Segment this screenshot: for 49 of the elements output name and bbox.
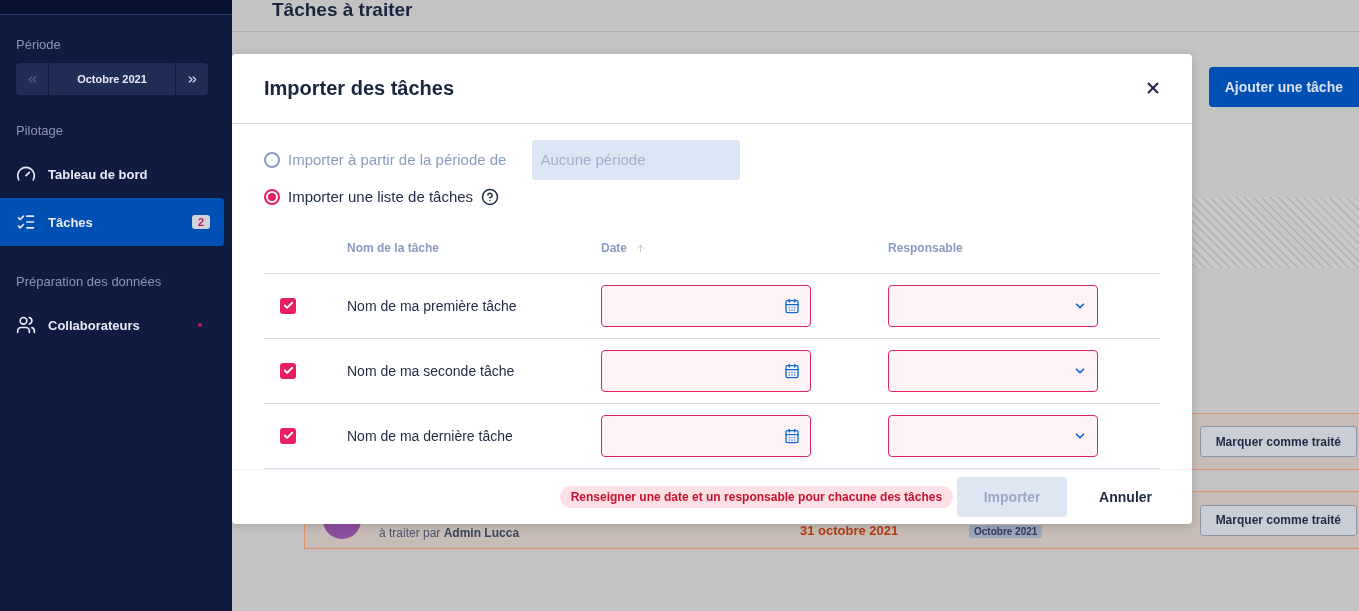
- check-icon: [282, 430, 294, 442]
- mark-done-button[interactable]: Marquer comme traité: [1199, 426, 1357, 457]
- section-label: Pilotage: [15, 123, 64, 138]
- calendar-icon: [784, 297, 800, 314]
- page-title: Tâches à traiter: [271, 0, 414, 22]
- item-label: Tâches: [48, 214, 94, 230]
- radio-button[interactable]: [264, 151, 280, 168]
- check-icon: [282, 300, 294, 312]
- checkbox[interactable]: [280, 362, 296, 379]
- date-field[interactable]: [601, 284, 811, 327]
- period-tag: Octobre 2021: [969, 525, 1043, 538]
- count-badge: 2: [191, 215, 210, 229]
- task-name: Nom de ma dernière tâche: [347, 427, 513, 444]
- sidebar-item[interactable]: Tableau de bord: [0, 150, 224, 198]
- due-date: 31 octobre 2021: [800, 523, 900, 538]
- item-label: Collaborateurs: [48, 317, 141, 333]
- task-name: Nom de ma seconde tâche: [347, 362, 515, 379]
- calendar-icon: [784, 362, 800, 379]
- date-field[interactable]: [601, 414, 811, 457]
- mark-done-button[interactable]: Marquer comme traité: [1199, 504, 1357, 536]
- gauge-icon: [16, 164, 36, 184]
- section-label: Préparation des données: [15, 274, 163, 289]
- checkbox[interactable]: [280, 297, 296, 314]
- period-field[interactable]: Aucune période: [532, 139, 741, 180]
- assignee-dropdown[interactable]: [888, 349, 1098, 392]
- assignee-dropdown[interactable]: [888, 414, 1098, 457]
- calendar-icon: [784, 427, 800, 444]
- radio-button[interactable]: [264, 188, 280, 205]
- option-label: Importer une liste de tâches: [288, 188, 474, 206]
- cancel-button[interactable]: Annuler: [1099, 488, 1152, 505]
- check-icon: [282, 365, 294, 377]
- help-icon[interactable]: [481, 187, 500, 206]
- item-label: Tableau de bord: [48, 166, 149, 182]
- assignee-text: à traiter par Admin Lucca: [379, 526, 521, 540]
- checklist-icon: [16, 212, 36, 232]
- dialog-title: Importer des tâches: [264, 76, 455, 100]
- sidebar-item[interactable]: Collaborateurs: [0, 301, 224, 349]
- add-task-button[interactable]: Ajouter une tâche: [1208, 67, 1359, 107]
- people-icon: [16, 315, 36, 335]
- checkbox[interactable]: [280, 427, 296, 444]
- date-field[interactable]: [601, 349, 811, 392]
- option-label: Importer à partir de la période de: [288, 151, 507, 169]
- assignee-dropdown[interactable]: [888, 284, 1098, 327]
- error-message: Renseigner une date et un responsable pour chacune des tâches: [559, 485, 954, 508]
- task-name: Nom de ma première tâche: [347, 297, 517, 314]
- sort-arrow-icon: [635, 242, 646, 254]
- period-value: Octobre 2021: [48, 63, 176, 95]
- section-label: Période: [15, 37, 62, 52]
- sidebar-item[interactable]: Tâches 2: [0, 198, 224, 246]
